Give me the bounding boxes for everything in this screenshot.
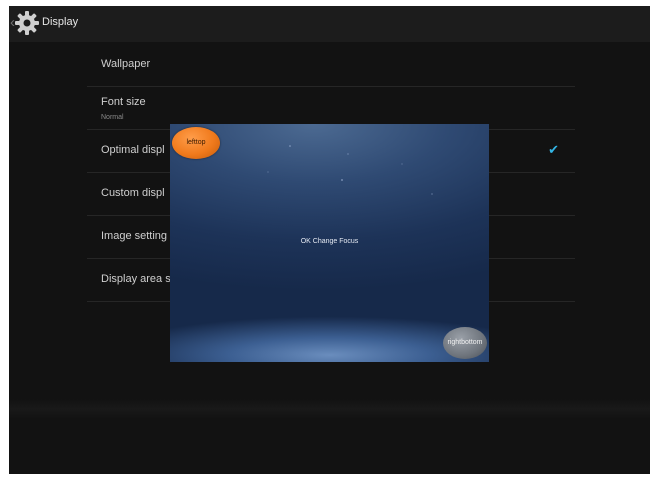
checkmark-icon[interactable]: ✔	[548, 142, 559, 158]
list-item-label: Wallpaper	[101, 58, 151, 70]
list-item-summary: Normal	[101, 114, 124, 121]
lefttop-button[interactable]: lefttop	[172, 127, 220, 159]
background-band	[9, 399, 650, 419]
gear-icon[interactable]	[14, 10, 40, 36]
list-item-label: Font size	[101, 96, 146, 108]
action-bar: ‹ Display	[9, 6, 650, 42]
list-item-label: Image setting	[101, 230, 168, 242]
rightbottom-button[interactable]: rightbottom	[443, 327, 487, 359]
list-item-label: Custom displ	[101, 187, 165, 199]
list-item-label: Optimal displ	[101, 144, 165, 156]
stage-glow	[170, 292, 489, 362]
page-title: Display	[42, 16, 79, 28]
list-item-label: Display area s	[101, 273, 171, 285]
focus-test-dialog: OK Change Focus lefttop rightbottom	[170, 124, 489, 362]
list-item-wallpaper[interactable]: Wallpaper	[87, 44, 575, 87]
screen: ‹ Display Wallpaper Font size Normal Opt…	[9, 6, 650, 474]
dialog-message: OK Change Focus	[300, 238, 359, 245]
